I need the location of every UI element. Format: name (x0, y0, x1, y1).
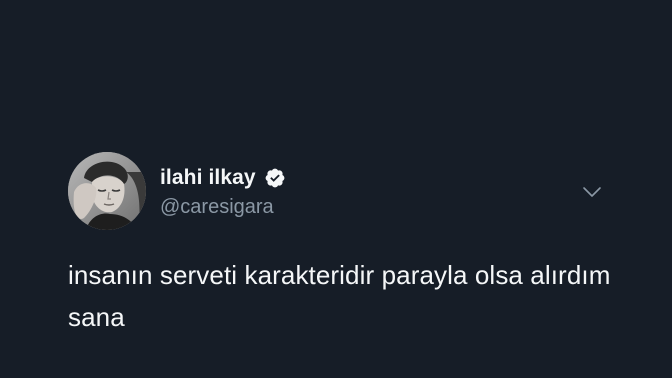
author-display-name[interactable]: ilahi ilkay (160, 166, 256, 190)
tweet-menu-button[interactable] (580, 180, 604, 204)
tweet-card: ilahi ilkay @caresigara insanın serveti … (0, 0, 672, 378)
chevron-down-icon (583, 187, 601, 197)
author-avatar[interactable] (68, 152, 146, 230)
author-name-row[interactable]: ilahi ilkay (160, 164, 286, 192)
verified-badge-icon (264, 167, 286, 189)
avatar-photo-icon (68, 152, 146, 230)
author-handle[interactable]: @caresigara (160, 196, 274, 219)
tweet-text: insanın serveti karakteridir parayla ols… (68, 260, 611, 332)
